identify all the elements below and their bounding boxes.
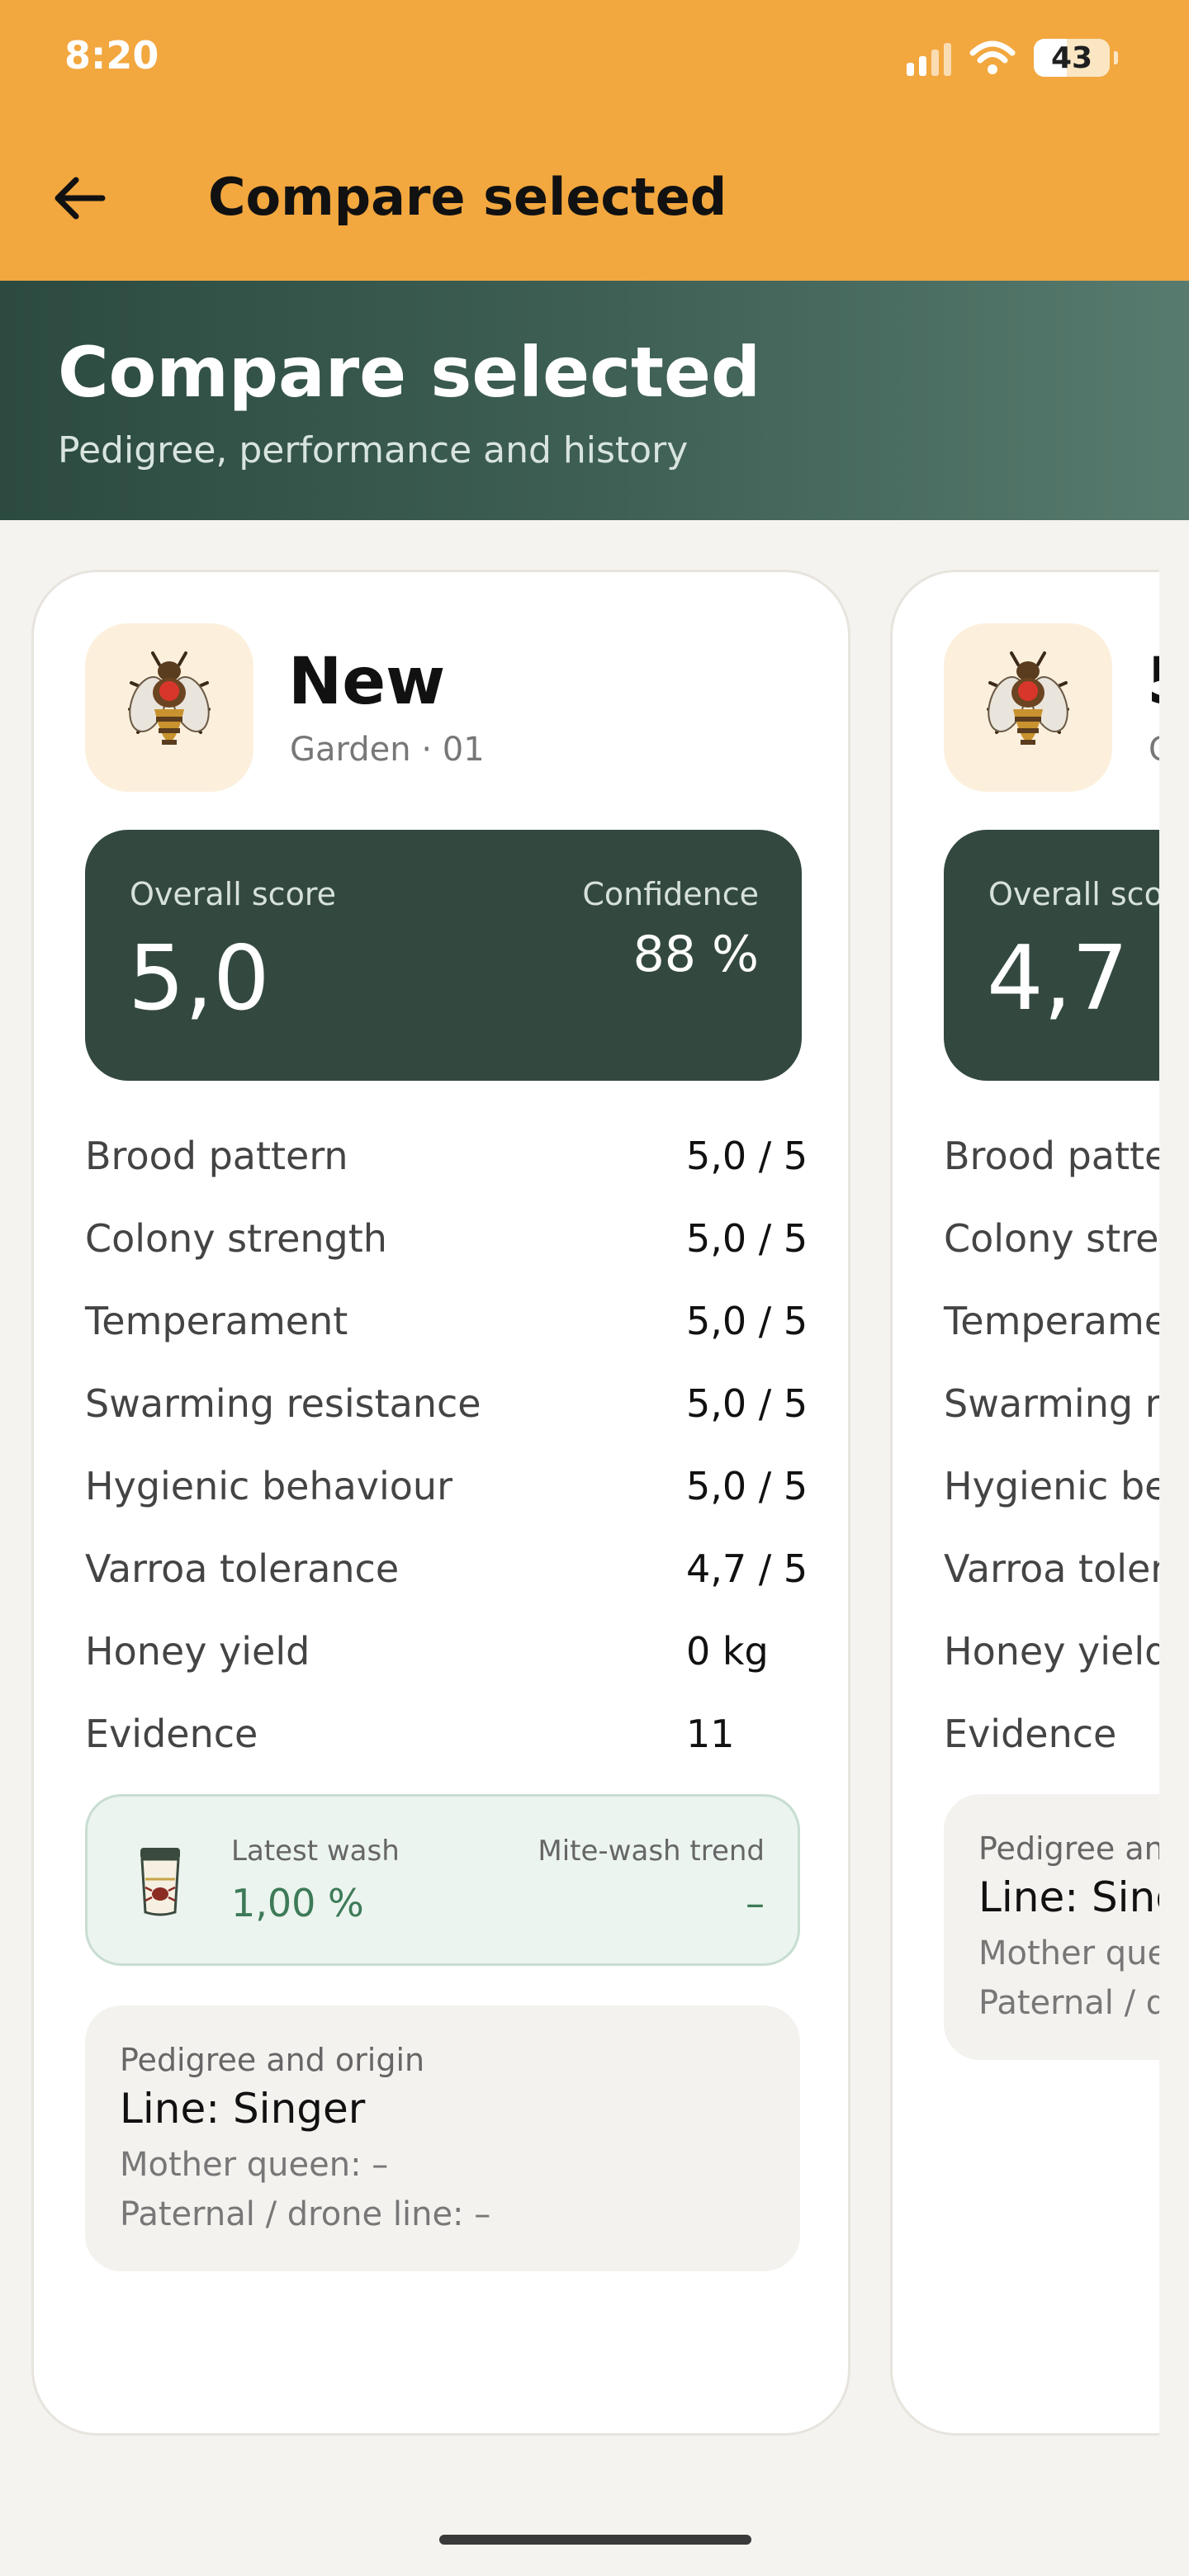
metric-label: Evidence	[85, 1712, 258, 1756]
metric-row: Swarming resistance 5,0 / 5	[85, 1365, 808, 1447]
battery-icon: 43	[1034, 39, 1118, 77]
queen-name: New	[288, 645, 446, 719]
metric-value: 0 kg	[686, 1629, 769, 1674]
status-time: 8:20	[64, 33, 159, 78]
metric-label: Colony strength	[85, 1216, 387, 1261]
page-subtitle: Pedigree, performance and history	[58, 429, 689, 471]
battery-level: 43	[1050, 40, 1093, 75]
metric-row: Evidence 11	[85, 1695, 802, 1778]
pedigree-panel: Pedigree and Line: Singe Mother que Pate…	[944, 1794, 1159, 2060]
metric-label: Swarming r	[944, 1381, 1159, 1426]
metric-row: Swarming r	[944, 1365, 1159, 1447]
metric-label: Brood patte	[944, 1134, 1159, 1178]
metric-label: Colony stren	[944, 1216, 1159, 1261]
header-banner: Compare selected Pedigree, performance a…	[0, 281, 1189, 520]
metric-label: Hygienic behaviour	[85, 1464, 452, 1508]
metric-label: Temperame	[944, 1299, 1159, 1343]
overall-score-value: 5,0	[128, 927, 270, 1030]
metric-label: Swarming resistance	[85, 1381, 481, 1426]
queen-avatar	[944, 623, 1112, 792]
bee-icon	[987, 651, 1069, 745]
mite-wash-trend-label: Mite-wash trend	[538, 1835, 765, 1868]
metric-row: Colony stren	[944, 1200, 1159, 1282]
latest-wash-label: Latest wash	[231, 1835, 400, 1868]
home-indicator[interactable]	[439, 2535, 751, 2545]
latest-wash-value: 1,00 %	[231, 1881, 364, 1925]
metric-row: Honey yield 0 kg	[85, 1612, 802, 1695]
queen-card: New Garden · 01 Overall score 5,0 Confid…	[31, 570, 850, 2436]
pedigree-label: Pedigree and	[978, 1830, 1159, 1867]
overall-score-panel: Overall scor 4,7	[944, 830, 1159, 1081]
metric-row: Hygienic behaviour 5,0 / 5	[85, 1447, 808, 1530]
queen-location: Garden · 01	[290, 731, 485, 769]
status-icons: 43	[907, 35, 1118, 81]
metric-value: 5,0 / 5	[686, 1464, 808, 1508]
queen-name: 5	[1147, 645, 1159, 719]
metric-label: Hygienic be	[944, 1464, 1159, 1508]
metric-label: Honey yield	[85, 1629, 310, 1674]
metric-label: Brood pattern	[85, 1134, 348, 1178]
pedigree-label: Pedigree and origin	[120, 2042, 425, 2078]
cellular-signal-icon	[907, 40, 951, 76]
metric-row: Temperament 5,0 / 5	[85, 1282, 808, 1365]
metric-row: Brood pattern 5,0 / 5	[85, 1117, 808, 1200]
metric-row: Temperame	[944, 1282, 1159, 1365]
metric-value: 5,0 / 5	[686, 1216, 808, 1261]
trait-metrics-list: Brood pattern 5,0 / 5 Colony strength 5,0 …	[85, 1117, 808, 1778]
pedigree-line: Line: Singe	[978, 1873, 1159, 1921]
metric-value: 4,7 / 5	[686, 1546, 808, 1591]
mite-wash-trend-value: –	[746, 1881, 765, 1925]
metric-row: Hygienic be	[944, 1447, 1159, 1530]
pedigree-panel: Pedigree and origin Line: Singer Mother …	[85, 2005, 800, 2271]
trait-metrics-list: Brood patte Colony stren Temperame Swarm…	[944, 1117, 1159, 1778]
app-bar-title: Compare selected	[208, 167, 727, 227]
overall-score-panel: Overall score 5,0 Confidence 88 %	[85, 830, 802, 1081]
mother-queen: Mother queen: –	[120, 2146, 389, 2184]
wifi-icon	[969, 40, 1016, 74]
status-bar: 8:20 43	[0, 0, 1189, 116]
metric-row: Brood patte	[944, 1117, 1159, 1200]
metric-row: Varroa toler	[944, 1530, 1159, 1612]
metric-label: Evidence	[944, 1712, 1117, 1756]
metric-value: 5,0 / 5	[686, 1381, 808, 1426]
paternal-line: Paternal / drone line: –	[120, 2195, 491, 2233]
metric-label: Varroa tolerance	[85, 1546, 400, 1591]
metric-label: Varroa toler	[944, 1546, 1159, 1591]
arrow-left-icon	[54, 177, 106, 220]
queen-card-clip: 5 G Overall scor 4,7 Brood patte Colony …	[890, 520, 1159, 2444]
bee-icon	[128, 651, 211, 745]
app-bar: Compare selected	[0, 116, 1189, 281]
queen-location: G	[1149, 731, 1159, 769]
metric-row: Honey yield	[944, 1612, 1159, 1695]
paternal-line: Paternal / d	[978, 1984, 1159, 2022]
metric-value: 5,0 / 5	[686, 1134, 808, 1178]
overall-score-label: Overall score	[130, 876, 336, 912]
confidence-value: 88 %	[632, 926, 759, 983]
metric-value: 11	[686, 1712, 735, 1756]
confidence-label: Confidence	[582, 876, 759, 912]
queen-avatar	[85, 623, 253, 792]
metric-row: Evidence	[944, 1695, 1159, 1778]
metric-label: Temperament	[85, 1299, 348, 1343]
queen-card: 5 G Overall scor 4,7 Brood patte Colony …	[890, 570, 1159, 2436]
metric-label: Honey yield	[944, 1629, 1159, 1674]
overall-score-label: Overall scor	[988, 876, 1159, 912]
mite-wash-jar-icon	[140, 1848, 180, 1916]
back-button[interactable]	[46, 165, 112, 231]
metric-value: 5,0 / 5	[686, 1299, 808, 1343]
metric-row: Varroa tolerance 4,7 / 5	[85, 1530, 808, 1612]
mother-queen: Mother que	[978, 1934, 1159, 1972]
metric-row: Colony strength 5,0 / 5	[85, 1200, 808, 1282]
page-title: Compare selected	[58, 332, 761, 413]
pedigree-line: Line: Singer	[120, 2085, 366, 2133]
queen-comparison-carousel[interactable]: New Garden · 01 Overall score 5,0 Confid…	[0, 520, 1189, 2444]
mite-wash-panel: Latest wash 1,00 % Mite-wash trend –	[85, 1794, 800, 1966]
overall-score-value: 4,7	[987, 927, 1129, 1030]
